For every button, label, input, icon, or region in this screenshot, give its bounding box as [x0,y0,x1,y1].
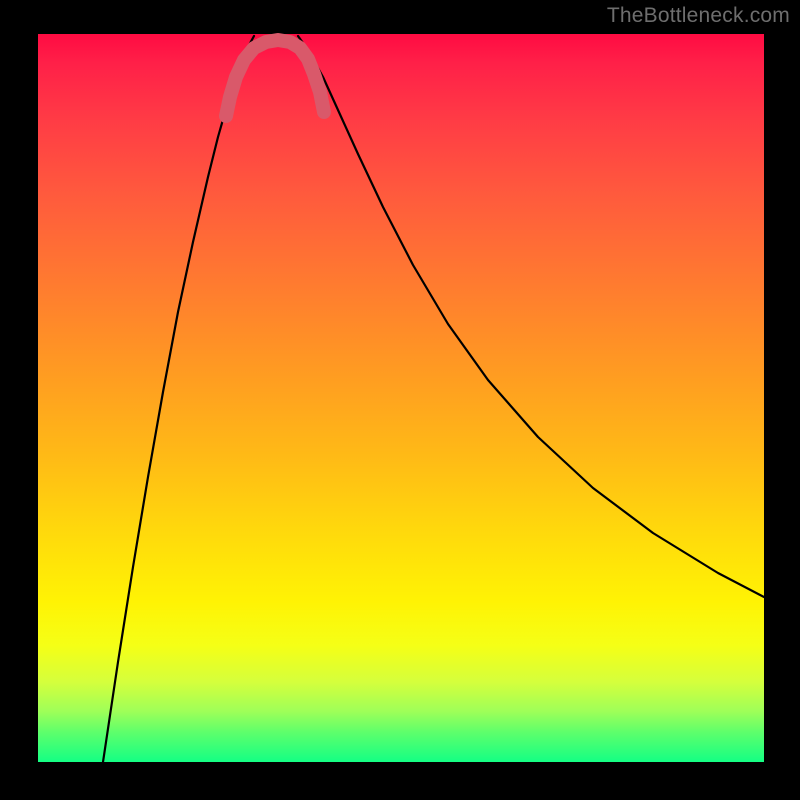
watermark-text: TheBottleneck.com [607,4,790,28]
series-min-marker [226,40,324,116]
chart-frame: TheBottleneck.com [0,0,800,800]
curve-layer [38,34,764,762]
series-left-branch [103,36,254,762]
series-right-branch [298,36,764,597]
plot-area [38,34,764,762]
